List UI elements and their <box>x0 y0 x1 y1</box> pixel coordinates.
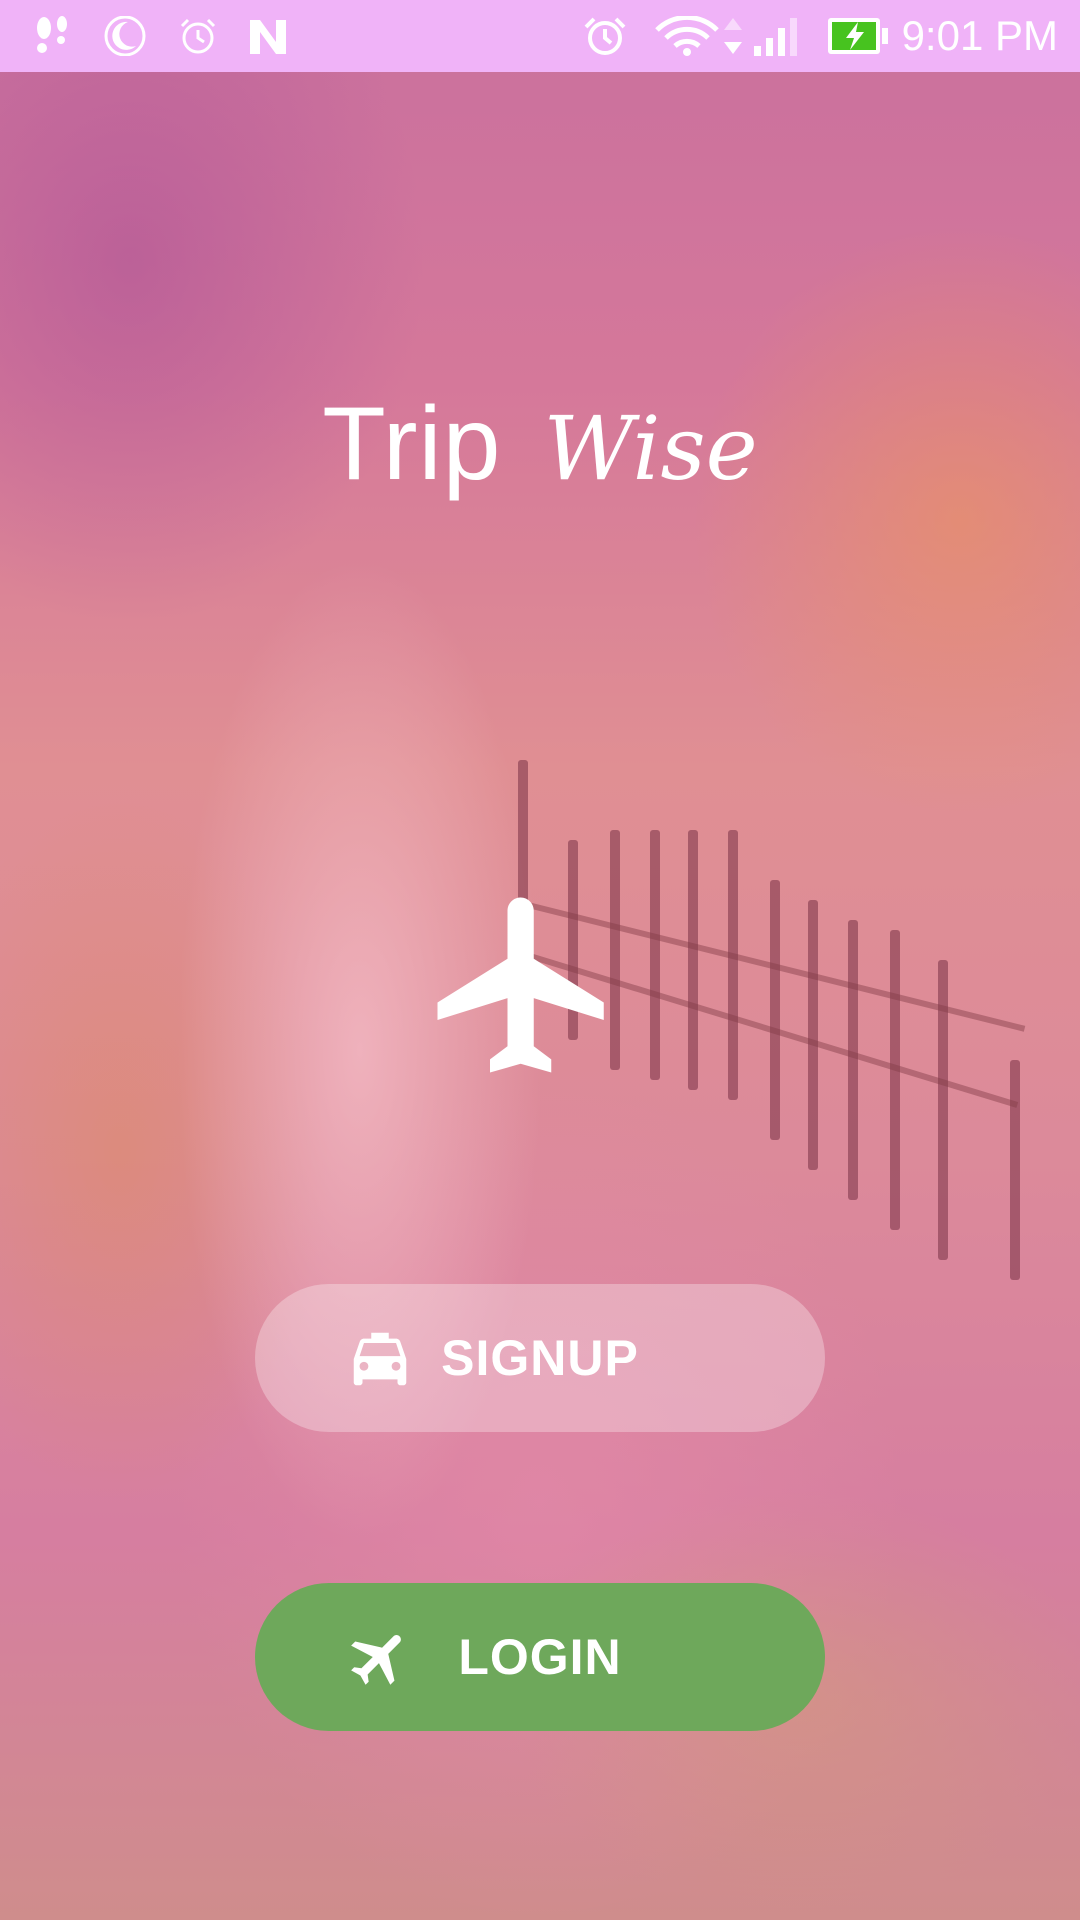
signup-button[interactable]: SIGNUP <box>255 1284 825 1432</box>
app-title-wise: Wise <box>543 397 758 500</box>
signal-icon <box>754 18 797 56</box>
data-arrows-icon <box>724 18 742 54</box>
alarm-small-icon <box>180 18 216 54</box>
app-title: Trip Wise <box>0 385 1080 504</box>
n-app-icon <box>250 20 286 54</box>
airplane-icon <box>437 897 604 1073</box>
battery-charging-icon <box>828 18 888 54</box>
wifi-icon <box>655 16 719 56</box>
night-mode-icon <box>104 16 146 56</box>
status-bar: 9:01 PM <box>0 0 1080 72</box>
login-button[interactable]: LOGIN <box>255 1583 825 1731</box>
app-title-trip: Trip <box>322 386 502 502</box>
signup-label: SIGNUP <box>441 1330 639 1386</box>
notification-footprints-icon <box>37 16 67 53</box>
status-time: 9:01 PM <box>901 12 1058 59</box>
login-label: LOGIN <box>458 1629 622 1685</box>
alarm-icon <box>584 17 626 55</box>
